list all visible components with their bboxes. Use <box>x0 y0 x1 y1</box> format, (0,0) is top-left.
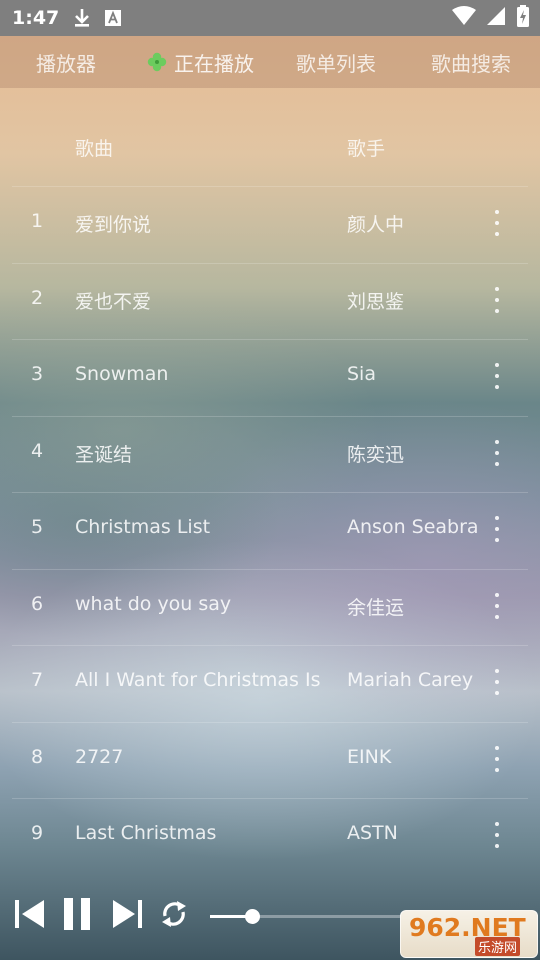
track-number: 3 <box>31 363 44 385</box>
more-options-icon[interactable] <box>488 514 506 544</box>
track-number: 1 <box>31 210 44 232</box>
track-number: 8 <box>31 745 44 768</box>
row-divider <box>12 568 528 570</box>
artist-name: Anson Seabra <box>347 516 479 538</box>
battery-charging-icon <box>516 5 530 31</box>
artist-name: EINK <box>347 745 392 768</box>
song-row[interactable]: 3 Snowman Sia <box>0 339 540 415</box>
row-divider <box>12 645 528 646</box>
track-number: 2 <box>31 286 44 309</box>
status-bar: 1:47 <box>0 0 540 36</box>
tab-playlists[interactable]: 歌单列表 <box>296 36 376 88</box>
row-divider <box>12 721 528 723</box>
tab-player[interactable]: 播放器 <box>36 36 96 88</box>
status-time: 1:47 <box>12 7 60 29</box>
song-row[interactable]: 2 爱也不爱 刘思鉴 <box>0 262 540 339</box>
tab-label: 播放器 <box>36 51 96 76</box>
seek-thumb[interactable] <box>245 909 260 924</box>
artist-column-header: 歌手 <box>347 138 386 160</box>
artist-name: 陈奕迅 <box>347 443 405 466</box>
track-number: 7 <box>31 669 44 691</box>
more-options-icon[interactable] <box>488 667 506 697</box>
tab-song-search[interactable]: 歌曲搜索 <box>431 36 511 88</box>
song-table-header: 歌曲 歌手 <box>0 120 540 172</box>
wifi-icon <box>452 6 476 30</box>
tab-now-playing[interactable]: 正在播放 <box>146 36 254 88</box>
song-title: Christmas List <box>75 516 211 538</box>
song-row[interactable]: 9 Last Christmas ASTN <box>0 798 540 874</box>
song-title: All I Want for Christmas Is <box>75 669 321 691</box>
tab-label: 正在播放 <box>174 51 254 76</box>
row-divider <box>12 798 528 799</box>
row-divider <box>12 492 528 493</box>
watermark-logo: 962.NET 乐游网 <box>400 910 538 958</box>
watermark-site: 乐游网 <box>475 937 521 956</box>
tab-label: 歌曲搜索 <box>431 51 511 76</box>
row-divider <box>12 339 528 340</box>
artist-name: Mariah Carey <box>347 669 474 691</box>
pause-icon[interactable] <box>62 896 92 936</box>
next-icon[interactable] <box>111 896 143 936</box>
artist-name: 颜人中 <box>347 214 405 236</box>
repeat-icon[interactable] <box>157 896 191 936</box>
row-divider <box>12 186 528 187</box>
tab-label: 歌单列表 <box>296 51 376 76</box>
track-number: 9 <box>31 822 44 844</box>
song-title: 2727 <box>75 745 124 768</box>
song-title: 圣诞结 <box>75 443 133 466</box>
more-options-icon[interactable] <box>488 208 506 238</box>
more-options-icon[interactable] <box>488 744 506 774</box>
top-tab-bar: 播放器 正在播放 歌单列表 歌曲搜索 <box>0 36 540 88</box>
artist-name: ASTN <box>347 822 398 844</box>
more-options-icon[interactable] <box>488 591 506 621</box>
font-a-icon <box>105 10 122 26</box>
song-column-header: 歌曲 <box>75 138 114 160</box>
track-number: 4 <box>31 439 44 462</box>
row-divider <box>12 262 528 264</box>
more-options-icon[interactable] <box>488 361 506 391</box>
artist-name: 刘思鉴 <box>347 290 405 313</box>
song-row[interactable]: 1 爱到你说 颜人中 <box>0 186 540 262</box>
previous-icon[interactable] <box>14 896 46 936</box>
clover-icon <box>146 51 168 73</box>
track-number: 5 <box>31 516 44 538</box>
song-row[interactable]: 7 All I Want for Christmas Is Mariah Carey <box>0 645 540 721</box>
song-title: 爱也不爱 <box>75 290 152 313</box>
artist-name: Sia <box>347 363 376 385</box>
more-options-icon[interactable] <box>488 285 506 315</box>
signal-icon <box>486 6 506 30</box>
more-options-icon[interactable] <box>488 820 506 850</box>
song-row[interactable]: 6 what do you say 余佳运 <box>0 568 540 645</box>
download-icon <box>73 8 91 28</box>
row-divider <box>12 415 528 417</box>
more-options-icon[interactable] <box>488 438 506 468</box>
song-row[interactable]: 5 Christmas List Anson Seabra <box>0 492 540 568</box>
song-title: what do you say <box>75 592 232 615</box>
artist-name: 余佳运 <box>347 596 405 619</box>
track-number: 6 <box>31 592 44 615</box>
song-title: Snowman <box>75 363 169 385</box>
song-row[interactable]: 4 圣诞结 陈奕迅 <box>0 415 540 492</box>
song-title: Last Christmas <box>75 822 217 844</box>
song-row[interactable]: 8 2727 EINK <box>0 721 540 798</box>
song-title: 爱到你说 <box>75 214 152 236</box>
